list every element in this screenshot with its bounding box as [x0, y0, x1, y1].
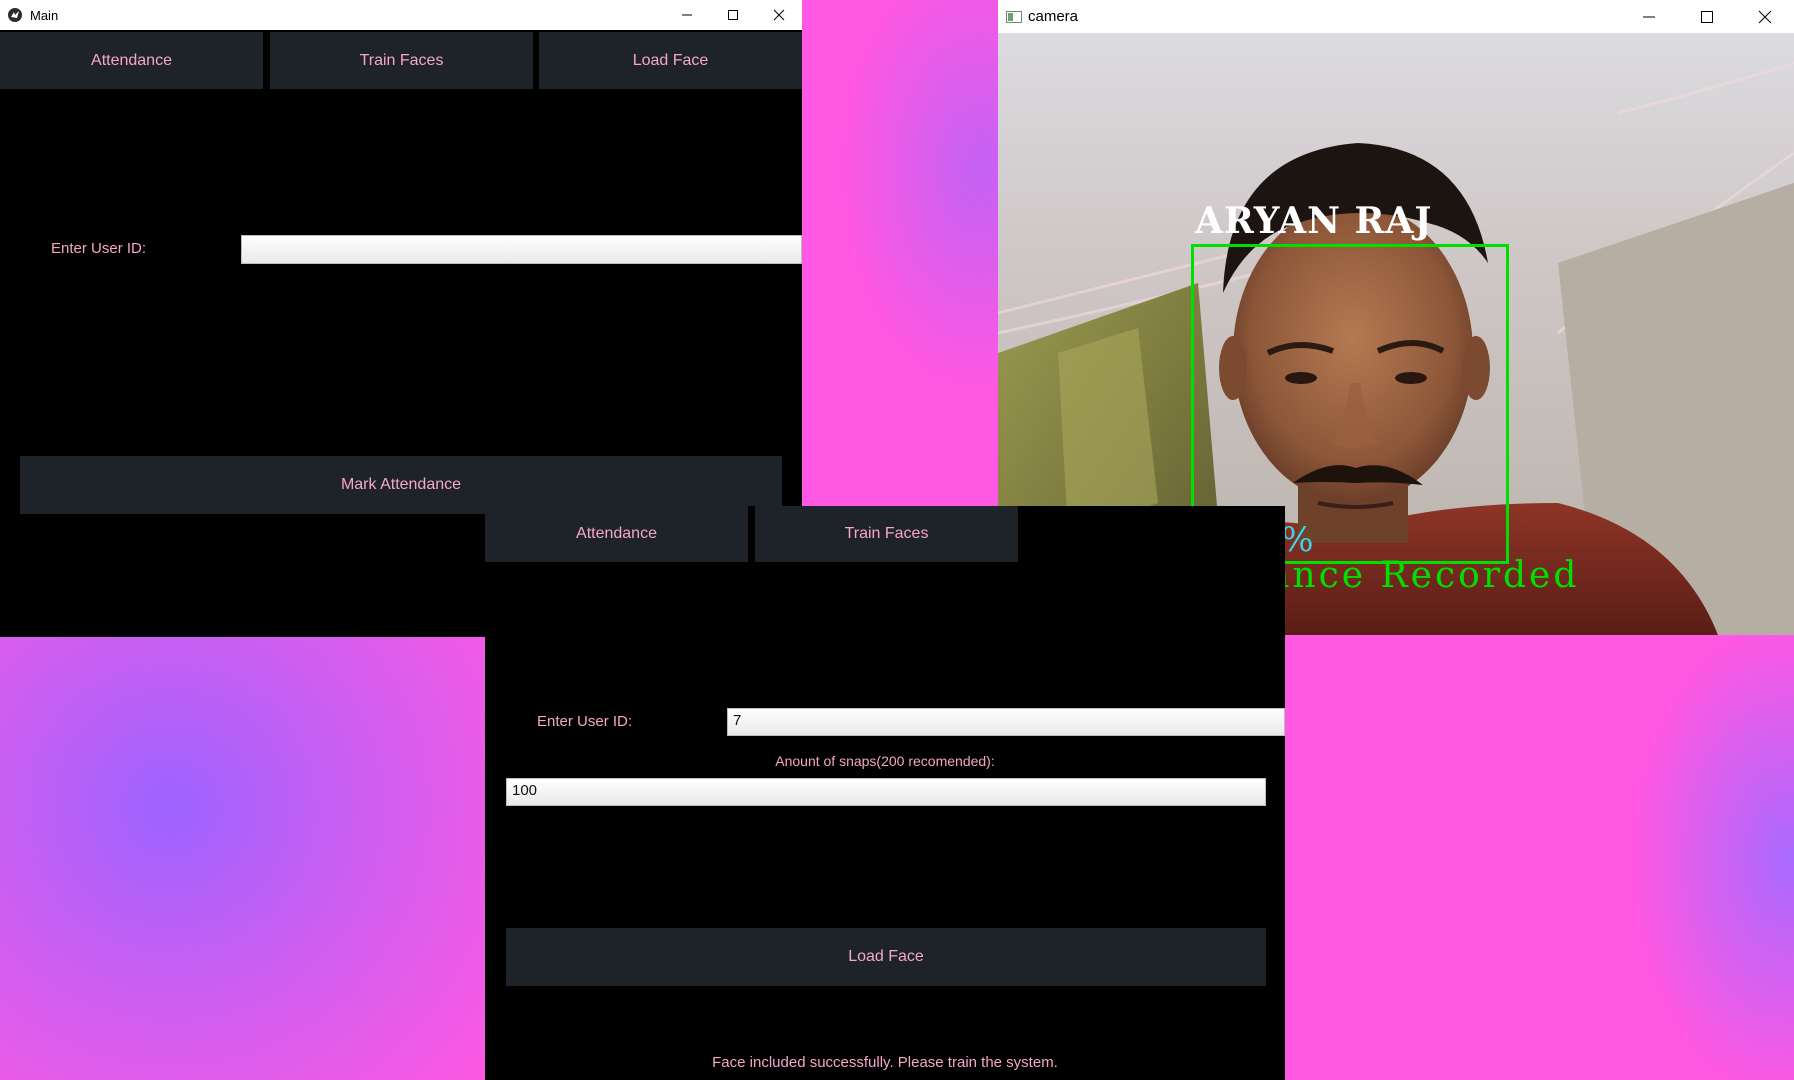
status-message: Face included successfully. Please train… — [712, 1054, 1058, 1071]
maximize-icon[interactable] — [710, 0, 756, 30]
snaps-input[interactable]: 100 — [506, 778, 1266, 806]
maximize-icon[interactable] — [1678, 0, 1736, 33]
tab-load-face[interactable]: Load Face — [539, 32, 802, 89]
tab-attendance[interactable]: Attendance — [0, 32, 263, 89]
close-icon[interactable] — [756, 0, 802, 30]
load-face-button[interactable]: Load Face — [506, 928, 1266, 986]
snaps-label: Anount of snaps(200 recomended): — [775, 753, 995, 769]
user-id-input[interactable] — [241, 235, 802, 264]
main-window-title: Main — [30, 7, 59, 23]
load-face-window: Attendance Train Faces Enter User ID: 7 … — [485, 506, 1285, 1080]
camera-titlebar[interactable]: camera — [998, 0, 1794, 33]
minimize-icon[interactable] — [1620, 0, 1678, 33]
user-id-label: Enter User ID: — [51, 240, 147, 257]
close-icon[interactable] — [1736, 0, 1794, 33]
user-id-label: Enter User ID: — [537, 713, 633, 730]
kivy-app-icon — [8, 8, 22, 22]
tab-train-faces[interactable]: Train Faces — [755, 506, 1018, 562]
camera-app-icon — [1006, 10, 1022, 24]
minimize-icon[interactable] — [664, 0, 710, 30]
tab-attendance[interactable]: Attendance — [485, 506, 748, 562]
tab-train-faces[interactable]: Train Faces — [270, 32, 533, 89]
detected-name-label: ARYAN RAJ — [1195, 200, 1433, 242]
user-id-input[interactable]: 7 — [727, 708, 1285, 736]
camera-window-title: camera — [1028, 8, 1079, 25]
load-face-client-area: Attendance Train Faces Enter User ID: 7 … — [485, 506, 1285, 1080]
main-titlebar[interactable]: Main — [0, 0, 802, 30]
